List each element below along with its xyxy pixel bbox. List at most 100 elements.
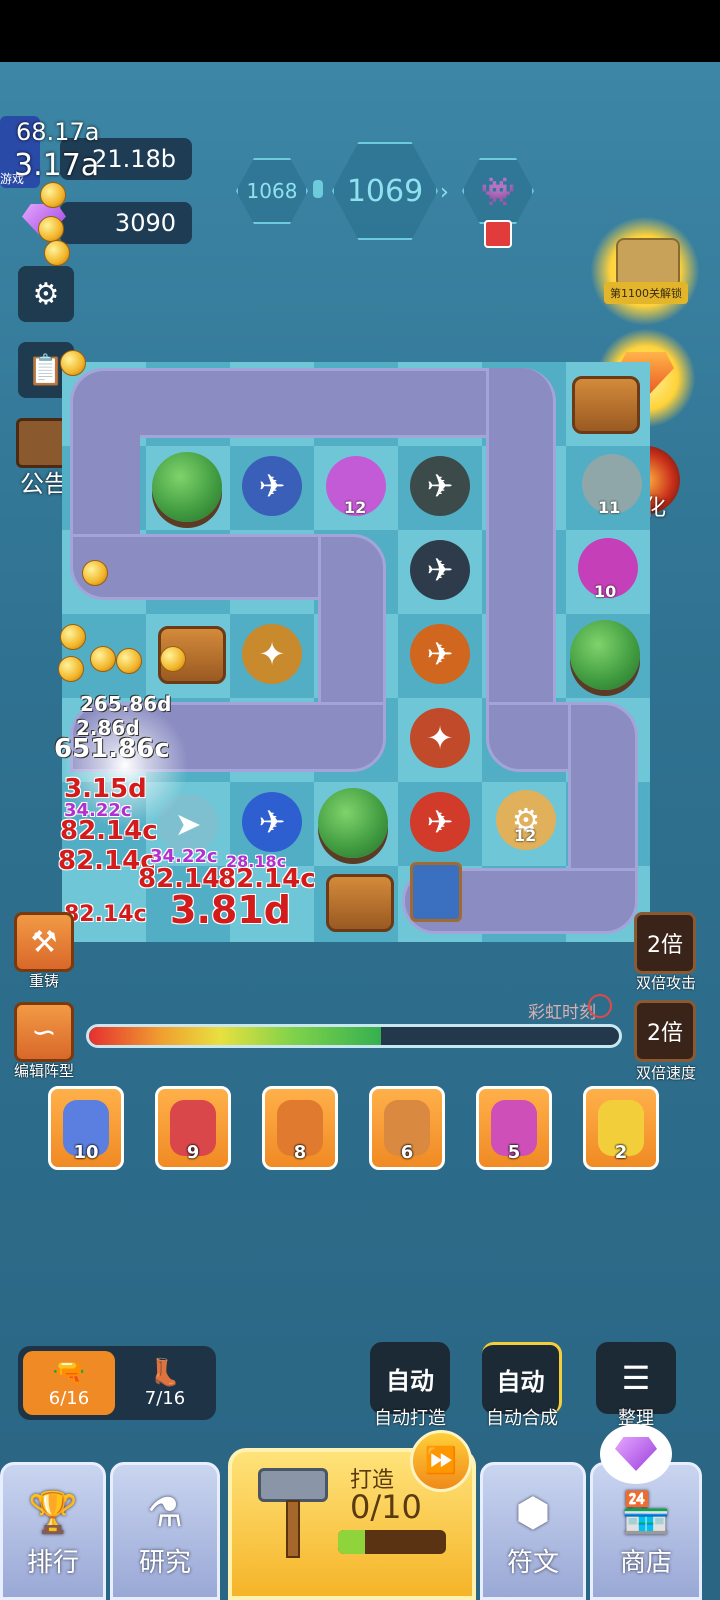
inventory-slot[interactable]: 10 <box>48 1086 124 1170</box>
gear-tab[interactable]: 👢 7/16 <box>119 1351 211 1415</box>
ship-turret-icon[interactable]: ✈ <box>242 456 302 516</box>
inventory-count: 9 <box>186 1142 200 1163</box>
recast-button[interactable]: ⚒ <box>14 912 74 972</box>
ship-turret-icon[interactable]: ✈ <box>410 624 470 684</box>
nav-runes-label: 符文 <box>506 1548 559 1578</box>
double-attack-button[interactable]: 2倍 <box>634 912 696 974</box>
inventory-slot[interactable]: 6 <box>369 1086 445 1170</box>
inventory-count: 5 <box>507 1142 521 1163</box>
inventory-slot[interactable]: 8 <box>262 1086 338 1170</box>
inventory-slot[interactable]: 5 <box>476 1086 552 1170</box>
forge-button[interactable]: 打造 0/10 ⏩ <box>228 1430 476 1600</box>
stump-obstacle[interactable] <box>326 874 394 932</box>
rune-icon: ⬢ <box>515 1490 551 1536</box>
enemy-path <box>486 368 556 708</box>
turret-level: 12 <box>514 826 537 845</box>
floating-gain-1: 68.17a <box>16 118 100 146</box>
ship-turret-icon[interactable]: ✈ <box>410 540 470 600</box>
nav-research[interactable]: ⚗ 研究 <box>110 1462 220 1600</box>
tree-obstacle[interactable] <box>318 788 388 858</box>
coin-icon <box>160 646 186 672</box>
coin-icon <box>60 350 86 376</box>
dragon-turret-icon[interactable]: ✈ <box>410 792 470 852</box>
gold-value: 21.18b <box>92 145 176 173</box>
banner-base-icon[interactable] <box>410 862 462 922</box>
forge-count: 0/10 <box>350 1488 422 1526</box>
forge-progress-fill <box>338 1530 365 1554</box>
auto-forge-label: 自动打造 <box>374 1408 446 1429</box>
ship-turret-icon[interactable]: ✈ <box>242 792 302 852</box>
gift-icon[interactable] <box>484 220 512 248</box>
shop-icon: 🏪 <box>621 1490 671 1536</box>
edit-formation-label: 编辑阵型 <box>13 1062 74 1080</box>
damage-text: 265.86d <box>80 692 172 716</box>
damage-text: 82.14c <box>60 816 158 846</box>
double-speed-value: 2倍 <box>647 1021 683 1046</box>
double-speed-button[interactable]: 2倍 <box>634 1000 696 1062</box>
coin-icon <box>44 240 70 266</box>
weapon-tab-count: 6/16 <box>48 1387 90 1409</box>
phoenix-turret-icon[interactable]: ✦ <box>410 708 470 768</box>
nav-shop-label: 商店 <box>619 1548 672 1578</box>
gem-offer-bubble[interactable] <box>600 1424 672 1484</box>
hammer-icon <box>258 1464 328 1560</box>
damage-text: 3.81d <box>170 888 291 932</box>
inventory-count: 2 <box>614 1142 628 1163</box>
auto-merge-text: 自动 <box>496 1368 545 1396</box>
inventory-slot[interactable]: 9 <box>155 1086 231 1170</box>
nav-rank[interactable]: 🏆 排行 <box>0 1462 106 1600</box>
turret-level: 11 <box>598 498 621 517</box>
rainbow-progress-fill <box>89 1027 381 1045</box>
clipboard-icon: 📋 <box>27 352 65 388</box>
edit-formation-button[interactable]: ∽ <box>14 1002 74 1062</box>
inventory-count: 10 <box>73 1142 99 1163</box>
rainbow-icon <box>588 994 612 1018</box>
notice-label: 公告 <box>20 470 68 498</box>
nav-runes[interactable]: ⬢ 符文 <box>480 1462 586 1600</box>
inventory-slot[interactable]: 2 <box>583 1086 659 1170</box>
ship-turret-icon[interactable]: ✈ <box>410 456 470 516</box>
flask-icon: ⚗ <box>147 1490 183 1536</box>
gear-tab-count: 7/16 <box>144 1387 186 1409</box>
unlock-label: 第1100关解锁 <box>604 282 688 304</box>
stump-obstacle[interactable] <box>572 376 640 434</box>
floating-gain-2: 3.17a <box>14 148 100 183</box>
tree-obstacle[interactable] <box>152 452 222 522</box>
weapon-tab[interactable]: 🔫 6/16 <box>23 1351 115 1415</box>
tree-obstacle[interactable] <box>570 620 640 690</box>
settings-button[interactable]: ⚙ <box>18 266 74 322</box>
turret-level: 10 <box>594 582 617 601</box>
chevron-right-icon: › <box>440 180 449 205</box>
coin-icon <box>58 656 84 682</box>
gear-icon: ⚙ <box>32 276 60 312</box>
boot-icon: 👢 <box>148 1357 182 1388</box>
coin-icon <box>82 560 108 586</box>
nav-rank-label: 排行 <box>26 1548 79 1578</box>
coin-icon <box>90 646 116 672</box>
coin-icon <box>40 182 66 208</box>
gem-counter: 3090 <box>60 202 192 244</box>
rainbow-label: 彩虹时刻 <box>528 1003 596 1023</box>
auto-forge-text: 自动 <box>386 1366 434 1395</box>
forge-progress-bar <box>338 1530 446 1554</box>
level-connector <box>313 180 323 198</box>
damage-text: 651.86c <box>54 734 170 764</box>
map-icon[interactable] <box>616 238 680 288</box>
coin-icon <box>60 624 86 650</box>
double-speed-label: 双倍速度 <box>635 1064 696 1082</box>
double-attack-value: 2倍 <box>647 933 683 958</box>
gem-value: 3090 <box>114 209 176 237</box>
layers-icon: ☰ <box>621 1359 651 1397</box>
trophy-icon: 🏆 <box>28 1490 78 1536</box>
gem-icon <box>615 1437 657 1471</box>
cannon-turret-icon[interactable]: ✦ <box>242 624 302 684</box>
anvil-icon: ⚒ <box>30 924 58 960</box>
damage-text: 28.18c <box>226 852 287 871</box>
recast-label: 重铸 <box>28 972 59 990</box>
status-bar <box>0 0 720 62</box>
enemy-path <box>70 368 556 438</box>
inventory-count: 6 <box>400 1142 414 1163</box>
path-icon: ∽ <box>31 1014 57 1050</box>
fast-forward-icon[interactable]: ⏩ <box>410 1430 472 1492</box>
damage-text: 82.14c <box>64 902 147 927</box>
